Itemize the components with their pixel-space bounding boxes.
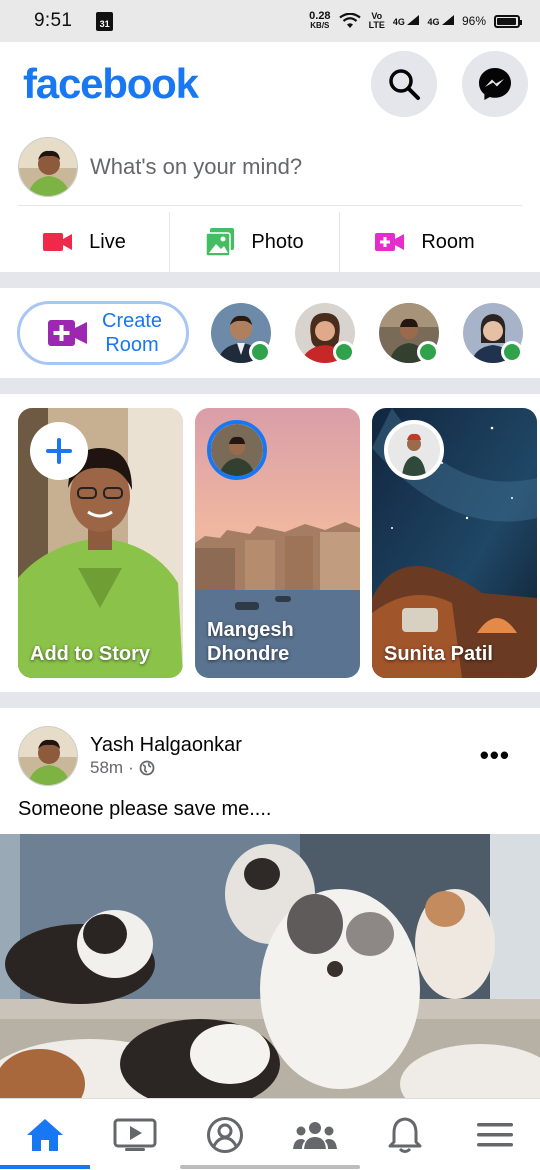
more-options-icon[interactable]: ••• [480,740,510,771]
composer-actions: Live Photo Room [0,212,540,272]
rooms-row: Create Room [0,288,540,378]
menu-icon [477,1123,513,1147]
avatar[interactable] [18,137,78,197]
watch-icon [113,1118,157,1151]
search-icon [389,69,420,100]
nav-profile[interactable] [180,1099,270,1170]
section-separator [0,378,540,394]
photo-label: Photo [251,230,304,253]
avatar[interactable] [18,726,78,786]
nav-watch[interactable] [90,1099,180,1170]
facebook-app-screen: 9:51 31 0.28 KB/S Vo LTE 4G 4G 96% faceb… [0,0,540,1170]
top-header: facebook [0,42,540,128]
bottom-navigation [0,1098,540,1170]
story-label: Sunita Patil [384,643,493,665]
video-camera-icon [43,233,73,251]
notifications-icon [388,1117,422,1153]
online-indicator [333,341,355,363]
signal-4g-icon-2: 4G [427,15,454,27]
story-label: Add to Story [30,643,150,665]
online-indicator [501,341,523,363]
section-separator [0,272,540,288]
video-plus-icon [375,233,405,251]
facebook-logo[interactable]: facebook [23,60,199,108]
online-indicator [249,341,271,363]
status-bar: 9:51 31 0.28 KB/S Vo LTE 4G 4G 96% [0,0,540,42]
add-story-card[interactable]: Add to Story [18,408,183,678]
post-time[interactable]: 58m [90,758,123,778]
nav-home[interactable] [0,1099,90,1170]
home-icon [27,1119,63,1151]
nav-notifications[interactable] [360,1099,450,1170]
add-story-button[interactable] [30,422,88,480]
story-avatar [384,420,444,480]
story-label: Mangesh Dhondre [207,619,294,665]
plus-icon [46,438,72,464]
search-button[interactable] [371,51,437,117]
post-author[interactable]: Yash Halgaonkar [90,734,242,757]
messenger-icon [479,68,511,100]
groups-icon [293,1122,337,1149]
nav-groups[interactable] [270,1099,360,1170]
create-room-button[interactable]: Create Room [17,301,189,365]
volte-icon: Vo LTE [368,11,385,30]
battery-icon [494,14,522,28]
room-button[interactable]: Room [340,212,510,272]
composer-placeholder[interactable]: What's on your mind? [90,154,302,180]
live-button[interactable]: Live [0,212,170,272]
story-card[interactable]: Mangesh Dhondre [195,408,360,678]
wifi-icon [338,13,361,28]
globe-icon [139,760,155,776]
post-text: Someone please save me.... [18,798,272,820]
stories-row: Add to Story Mangesh Dhondre Sunita Pati… [0,408,540,678]
profile-icon [207,1117,243,1153]
post-image[interactable] [0,834,540,1106]
calendar-icon: 31 [96,11,114,31]
section-separator [0,692,540,708]
post-meta: 58m · [90,758,155,778]
story-card[interactable]: Sunita Patil [372,408,537,678]
video-plus-icon [48,320,87,346]
signal-4g-icon: 4G [393,15,420,27]
meta-separator: · [128,758,134,777]
battery-percent: 96% [461,14,486,28]
nav-menu[interactable] [450,1099,540,1170]
composer-divider [18,205,522,206]
status-time: 9:51 [34,10,73,31]
post-composer[interactable]: What's on your mind? [0,134,540,204]
create-room-label: Create Room [102,310,163,356]
gesture-bar [180,1165,360,1169]
live-label: Live [89,230,126,253]
story-avatar [207,420,267,480]
photo-icon [205,228,235,257]
network-speed: 0.28 KB/S [309,10,331,31]
room-label: Room [421,230,475,253]
messenger-button[interactable] [462,51,528,117]
photo-button[interactable]: Photo [170,212,340,272]
online-indicator [417,341,439,363]
